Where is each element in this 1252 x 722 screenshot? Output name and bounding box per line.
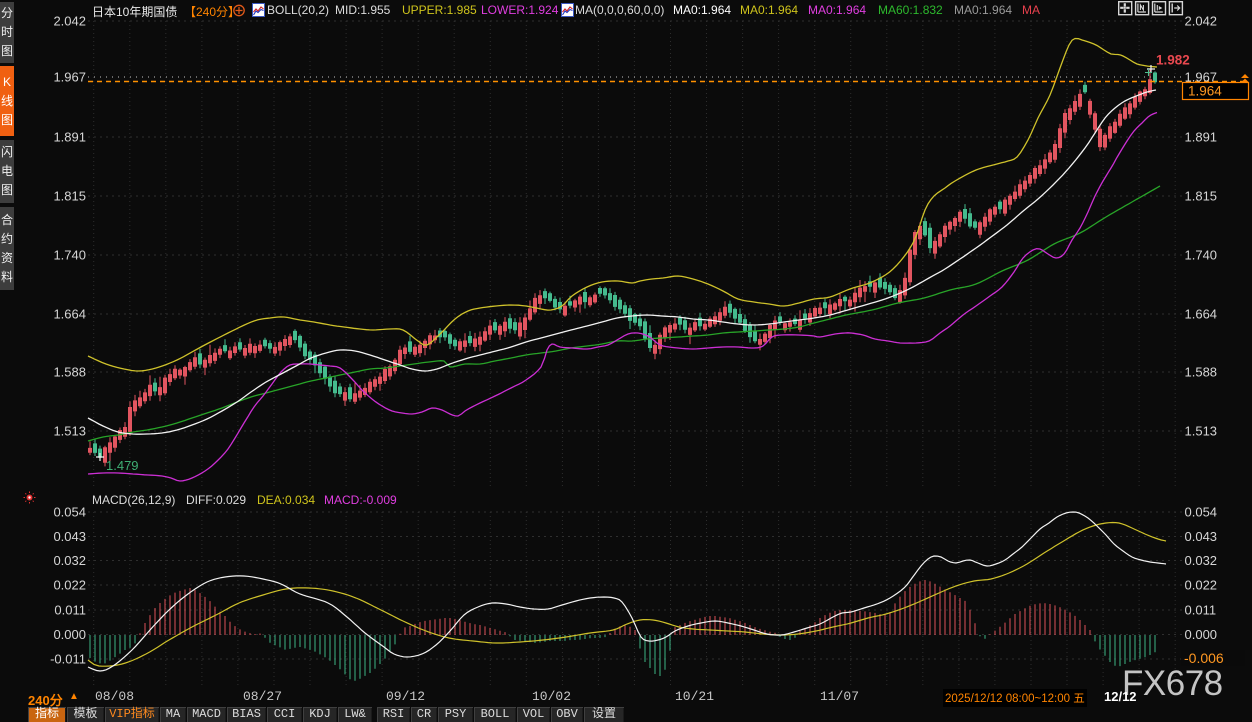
svg-text:1.479: 1.479 [106, 458, 139, 473]
svg-text:0.011: 0.011 [54, 603, 86, 618]
svg-text:1.815: 1.815 [53, 189, 86, 204]
svg-text:0.022: 0.022 [53, 578, 86, 593]
svg-text:0.032: 0.032 [1185, 553, 1218, 568]
svg-text:-0.011: -0.011 [50, 652, 86, 667]
svg-text:2.042: 2.042 [1185, 14, 1218, 29]
svg-text:1.588: 1.588 [53, 365, 86, 380]
svg-text:0.054: 0.054 [53, 505, 86, 520]
svg-text:0.032: 0.032 [53, 553, 86, 568]
svg-text:1.740: 1.740 [53, 248, 86, 263]
svg-text:1.664: 1.664 [53, 307, 86, 322]
svg-text:1.982: 1.982 [1156, 53, 1190, 68]
svg-text:1.891: 1.891 [53, 130, 86, 145]
svg-text:1.815: 1.815 [1185, 189, 1218, 204]
svg-text:1.964: 1.964 [1188, 84, 1222, 99]
svg-text:1.740: 1.740 [1185, 248, 1218, 263]
svg-text:1.588: 1.588 [1185, 365, 1218, 380]
svg-text:1.891: 1.891 [1185, 130, 1218, 145]
svg-text:0.011: 0.011 [1185, 603, 1217, 618]
svg-text:1.513: 1.513 [53, 424, 86, 439]
svg-text:0.000: 0.000 [1185, 627, 1218, 642]
svg-text:0.000: 0.000 [53, 627, 86, 642]
svg-text:2.042: 2.042 [53, 14, 86, 29]
svg-text:0.043: 0.043 [53, 529, 86, 544]
svg-text:0.022: 0.022 [1185, 578, 1218, 593]
svg-text:1.664: 1.664 [1185, 307, 1218, 322]
svg-text:0.043: 0.043 [1185, 529, 1218, 544]
svg-text:1.967: 1.967 [53, 70, 86, 85]
svg-text:1.513: 1.513 [1185, 424, 1218, 439]
svg-text:0.054: 0.054 [1185, 505, 1218, 520]
